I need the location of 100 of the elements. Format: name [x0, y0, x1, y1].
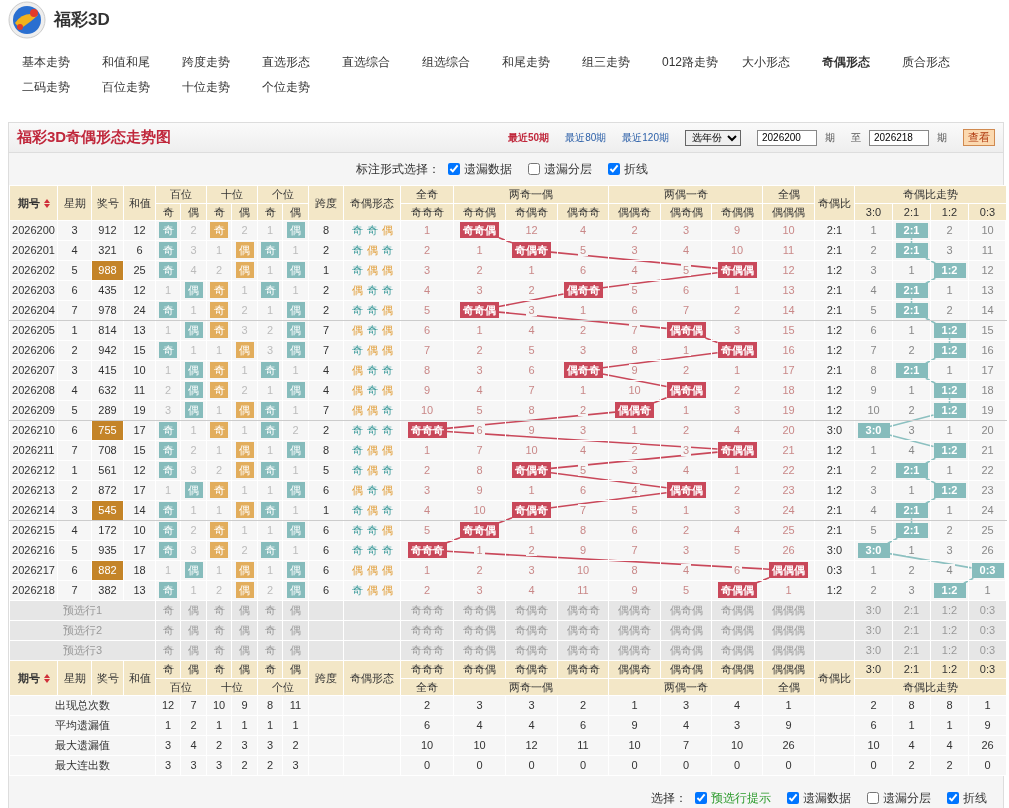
sum-cell: 13: [123, 580, 156, 601]
miss-count-cell: 4: [868, 284, 879, 297]
miss-count-cell: 1: [731, 284, 743, 297]
nav-link[interactable]: 十位走势: [168, 75, 248, 100]
option-label: 预选行提示: [711, 790, 771, 807]
nav-link[interactable]: 直选形态: [248, 50, 328, 75]
weekday-cell: 5: [57, 540, 92, 561]
form-cell: 奇 偶 奇: [343, 500, 401, 521]
start-period-field[interactable]: 2026200: [757, 129, 817, 146]
miss-count-cell: 4: [629, 484, 640, 497]
span-cell: 2: [308, 240, 344, 261]
nav-link[interactable]: 组选综合: [408, 50, 488, 75]
query-button[interactable]: 查看: [963, 129, 995, 146]
miss-count-cell: 5: [526, 344, 537, 357]
checkbox[interactable]: [947, 792, 959, 804]
miss-count-cell: 10: [979, 224, 996, 237]
miss-count-cell: 1: [906, 264, 917, 277]
form-cell: 偶 奇 奇: [343, 360, 401, 381]
miss-count-cell: 1: [180, 420, 207, 441]
parity-marker: 奇: [159, 242, 177, 259]
miss-count-cell: 4: [731, 524, 743, 537]
checkbox[interactable]: [448, 163, 460, 175]
checkbox[interactable]: [867, 792, 879, 804]
miss-count-cell: 1: [206, 440, 232, 461]
checkbox[interactable]: [787, 792, 799, 804]
miss-count-cell: 8: [629, 344, 640, 357]
miss-count-cell: 2: [629, 224, 640, 237]
miss-count-cell: 4: [680, 464, 692, 477]
year-select[interactable]: 选年份: [685, 129, 741, 146]
span-cell: 6: [308, 520, 344, 541]
miss-count-cell: 1: [206, 240, 232, 261]
nav-link[interactable]: 奇偶形态: [808, 50, 888, 75]
nav-link[interactable]: 二码走势: [8, 75, 88, 100]
nav-link[interactable]: 组三走势: [568, 50, 648, 75]
column-header: 十位: [206, 185, 258, 203]
range-link[interactable]: 最近120期: [622, 130, 669, 145]
nav-link[interactable]: 和尾走势: [488, 50, 568, 75]
miss-count-cell: 9: [731, 224, 743, 237]
nav-link[interactable]: 个位走势: [248, 75, 328, 100]
miss-count-cell: 1: [206, 500, 232, 521]
column-header: 和值: [123, 185, 156, 221]
miss-count-cell: 7: [526, 384, 537, 397]
nav-link[interactable]: 跨度走势: [168, 50, 248, 75]
miss-count-cell: 19: [979, 404, 996, 417]
range-link[interactable]: 最近50期: [508, 130, 550, 145]
miss-count-cell: 1: [257, 560, 283, 581]
parity-marker: 偶: [184, 382, 203, 399]
sum-cell: 12: [123, 460, 156, 481]
option-label: 折线: [624, 161, 648, 178]
nav-link[interactable]: 大小形态: [728, 50, 808, 75]
miss-count-cell: 2: [906, 344, 917, 357]
miss-count-cell: 5: [629, 284, 640, 297]
miss-count-cell: 15: [979, 324, 996, 337]
miss-count-cell: 5: [474, 404, 485, 417]
weekday-cell: 5: [57, 260, 92, 281]
miss-count-cell: 18: [979, 384, 996, 397]
column-header: 奇偶形态: [343, 660, 401, 696]
span-cell: 1: [308, 260, 344, 281]
chart-title: 福彩3D奇偶形态走势图: [17, 127, 172, 148]
ratio-marker: 1:2: [933, 343, 966, 359]
miss-count-cell: 9: [868, 384, 879, 397]
range-link[interactable]: 最近80期: [565, 130, 607, 145]
weekday-cell: 6: [57, 420, 92, 441]
miss-count-cell: 1: [906, 484, 917, 497]
parity-marker: 奇: [261, 502, 279, 519]
miss-count-cell: 1: [231, 360, 258, 381]
nav-link[interactable]: 质合形态: [888, 50, 968, 75]
miss-count-cell: 12: [780, 264, 797, 277]
nav-link[interactable]: 012路走势: [648, 50, 728, 75]
nav-link[interactable]: 百位走势: [88, 75, 168, 100]
miss-count-cell: 3: [474, 584, 485, 597]
pattern-marker: 奇偶偶: [717, 582, 757, 599]
number-cell: 545: [92, 501, 123, 520]
nav-link[interactable]: 基本走势: [8, 50, 88, 75]
weekday-cell: 6: [57, 560, 92, 581]
checkbox[interactable]: [695, 792, 707, 804]
miss-count-cell: 4: [577, 224, 589, 237]
miss-count-cell: 2: [231, 540, 258, 561]
miss-count-cell: 6: [731, 564, 743, 577]
parity-marker: 奇: [159, 582, 177, 599]
checkbox[interactable]: [528, 163, 540, 175]
parity-marker: 奇: [210, 302, 228, 319]
span-cell: 8: [308, 440, 344, 461]
parity-marker: 奇: [210, 482, 228, 499]
parity-marker: 偶: [184, 402, 203, 419]
nav-link[interactable]: 直选综合: [328, 50, 408, 75]
checkbox[interactable]: [608, 163, 620, 175]
miss-count-cell: 3: [180, 540, 207, 561]
parity-marker: 偶: [286, 442, 305, 459]
miss-count-cell: 7: [680, 304, 692, 317]
pattern-marker: 奇偶偶: [717, 342, 757, 359]
number-cell: 289: [98, 404, 117, 417]
miss-count-cell: 1: [231, 280, 258, 301]
miss-count-cell: 3: [474, 364, 485, 377]
end-period-field[interactable]: 2026218: [869, 129, 929, 146]
miss-count-cell: 1: [257, 300, 283, 321]
nav-link[interactable]: 和值和尾: [88, 50, 168, 75]
miss-count-cell: 2: [526, 284, 537, 297]
period-cell: 2026205: [9, 320, 58, 341]
ratio-cell: 2:1: [814, 500, 855, 521]
